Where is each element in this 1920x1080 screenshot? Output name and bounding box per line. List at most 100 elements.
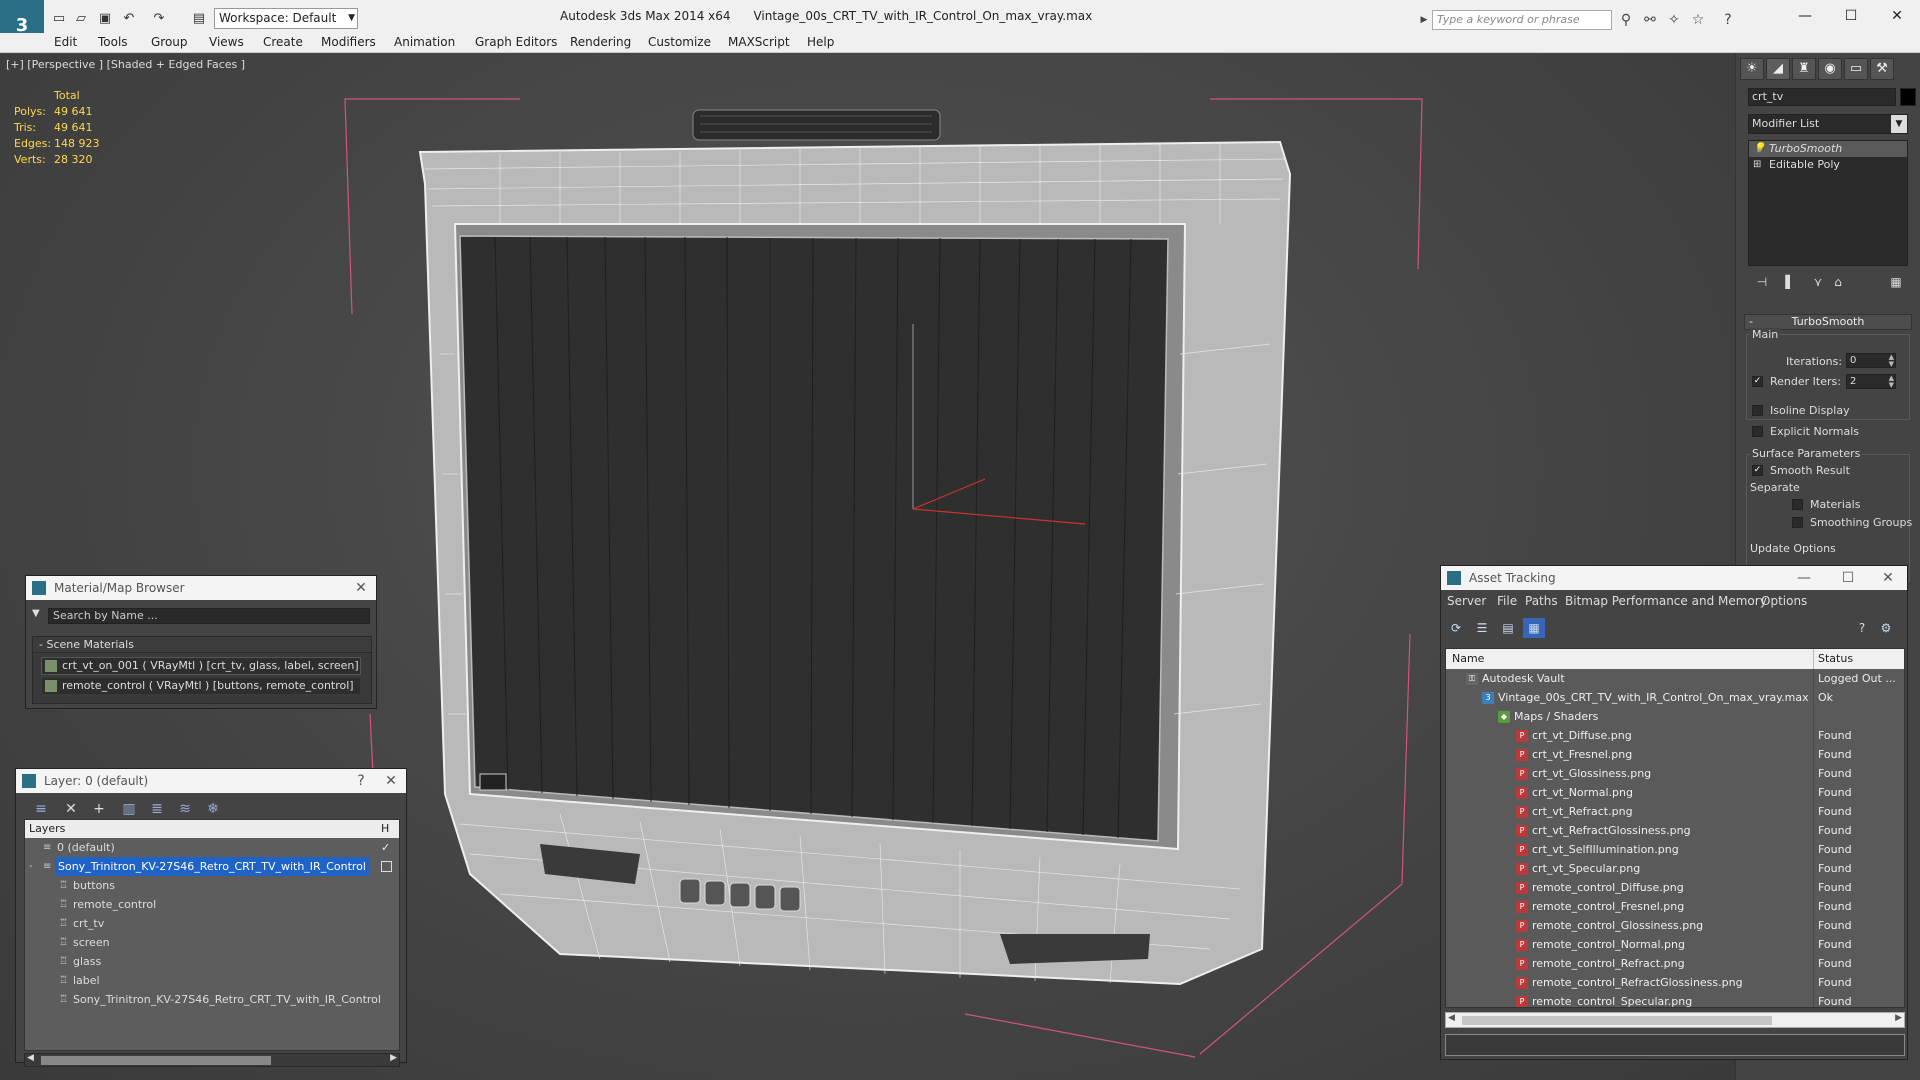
- asset-row[interactable]: Pcrt_vt_Normal.png Found: [1446, 783, 1904, 802]
- stack-item-turbosmooth[interactable]: 💡 TurboSmooth: [1749, 141, 1907, 157]
- help-icon[interactable]: ?: [1718, 10, 1738, 30]
- favorites-star-icon[interactable]: ☆: [1688, 10, 1708, 30]
- highlight-layer-icon[interactable]: ≣: [146, 799, 168, 819]
- layer-horizontal-scrollbar[interactable]: ◀ ▶: [24, 1053, 400, 1067]
- expand-plus-icon[interactable]: ⊞: [1753, 157, 1761, 173]
- grid-view-icon[interactable]: ▦: [1523, 618, 1545, 638]
- object-color-swatch[interactable]: [1900, 88, 1916, 106]
- menu-views[interactable]: Views: [209, 35, 244, 49]
- scroll-left-icon[interactable]: ◀: [27, 1053, 34, 1063]
- asset-row[interactable]: Premote_control_RefractGlossiness.png Fou…: [1446, 973, 1904, 992]
- hide-toggle-box[interactable]: [381, 861, 392, 872]
- hierarchy-tab-icon[interactable]: ♜: [1792, 58, 1816, 80]
- communication-center-icon[interactable]: ⚯: [1640, 10, 1660, 30]
- object-name-input[interactable]: crt_tv: [1748, 88, 1896, 106]
- layer-row[interactable]: ≡ 0 (default) ✓: [25, 838, 390, 857]
- asset-row[interactable]: Pcrt_vt_RefractGlossiness.png Found: [1446, 821, 1904, 840]
- save-file-icon[interactable]: ▣: [96, 10, 114, 28]
- layer-child-row[interactable]: ♖ remote_control: [25, 895, 375, 914]
- create-tab-sun-icon[interactable]: ☀: [1740, 58, 1764, 80]
- remove-modifier-icon[interactable]: ⌂: [1828, 272, 1848, 292]
- menu-customize[interactable]: Customize: [648, 35, 711, 49]
- refresh-icon[interactable]: ⟳: [1445, 618, 1467, 638]
- layer-child-row[interactable]: ♖ crt_tv: [25, 914, 375, 933]
- scroll-right-icon[interactable]: ▶: [390, 1053, 397, 1063]
- at-menu-options[interactable]: Options: [1761, 594, 1807, 608]
- viewport-label[interactable]: [+] [Perspective ] [Shaded + Edged Faces…: [6, 58, 245, 71]
- material-item[interactable]: crt_vt_on_001 ( VRayMtl ) [crt_tv, glass…: [41, 657, 361, 675]
- show-end-result-icon[interactable]: ▌: [1780, 272, 1800, 292]
- utilities-tab-wrench-icon[interactable]: ⚒: [1870, 58, 1894, 80]
- asset-row[interactable]: Premote_control_Fresnel.png Found: [1446, 897, 1904, 916]
- menu-animation[interactable]: Animation: [394, 35, 455, 49]
- scene-materials-group[interactable]: - Scene Materials: [33, 637, 371, 653]
- select-objects-icon[interactable]: ▥: [118, 799, 140, 819]
- menu-modifiers[interactable]: Modifiers: [321, 35, 376, 49]
- layer-window-titlebar[interactable]: Layer: 0 (default)? ✕: [16, 769, 406, 793]
- asset-row[interactable]: Pcrt_vt_Fresnel.png Found: [1446, 745, 1904, 764]
- scroll-thumb[interactable]: [41, 1056, 271, 1065]
- menu-graph-editors[interactable]: Graph Editors: [475, 35, 557, 49]
- at-menu-file[interactable]: File: [1497, 594, 1517, 608]
- close-icon[interactable]: ✕: [346, 576, 376, 600]
- open-file-icon[interactable]: ▱: [72, 10, 90, 28]
- layer-child-row[interactable]: ♖ screen: [25, 933, 375, 952]
- expand-arrow-icon[interactable]: ▶: [1414, 10, 1434, 30]
- asset-row[interactable]: ⚿ Autodesk Vault Logged Out ...: [1446, 669, 1904, 688]
- separate-materials-checkbox[interactable]: [1792, 499, 1803, 510]
- asset-row[interactable]: 3 Vintage_00s_CRT_TV_with_IR_Control_On_m…: [1446, 688, 1904, 707]
- at-menu-paths[interactable]: Paths: [1525, 594, 1558, 608]
- spinner-arrows-icon[interactable]: ▲ ▼: [1889, 375, 1894, 389]
- freeze-all-icon[interactable]: ❄: [202, 799, 224, 819]
- asset-row[interactable]: Premote_control_Diffuse.png Found: [1446, 878, 1904, 897]
- scroll-right-icon[interactable]: ▶: [1895, 1013, 1902, 1023]
- bulb-icon[interactable]: 💡: [1753, 141, 1765, 157]
- close-icon[interactable]: ✕: [376, 769, 406, 793]
- menu-edit[interactable]: Edit: [54, 35, 77, 49]
- iterations-spinner[interactable]: 0 ▲ ▼: [1846, 353, 1896, 368]
- menu-rendering[interactable]: Rendering: [570, 35, 631, 49]
- material-search-input[interactable]: Search by Name ...: [48, 608, 370, 624]
- table-view-icon[interactable]: ▤: [1497, 618, 1519, 638]
- asset-row[interactable]: Pcrt_vt_SelfIllumination.png Found: [1446, 840, 1904, 859]
- render-iters-checkbox[interactable]: ✓: [1752, 376, 1763, 387]
- project-folder-icon[interactable]: ▤: [190, 10, 208, 28]
- configure-modifier-sets-icon[interactable]: ▦: [1886, 272, 1906, 292]
- binoculars-icon[interactable]: ⚲: [1616, 10, 1636, 30]
- maximize-button[interactable]: ☐: [1833, 566, 1863, 590]
- hide-column-header[interactable]: H: [381, 820, 389, 838]
- new-file-icon[interactable]: ▭: [50, 10, 68, 28]
- smoothing-groups-checkbox[interactable]: [1792, 517, 1803, 528]
- material-item[interactable]: remote_control ( VRayMtl ) [buttons, rem…: [41, 677, 361, 695]
- asset-path-status-field[interactable]: [1445, 1034, 1905, 1056]
- close-button[interactable]: ✕: [1874, 0, 1920, 32]
- maximize-button[interactable]: ☐: [1828, 0, 1874, 32]
- workspace-dropdown[interactable]: Workspace: Default ▼: [214, 8, 358, 29]
- layer-child-row[interactable]: ♖ buttons: [25, 876, 375, 895]
- create-layer-icon[interactable]: ≡: [30, 799, 52, 819]
- status-column-header[interactable]: Status: [1818, 652, 1853, 665]
- help-icon[interactable]: ?: [1851, 618, 1873, 638]
- explicit-normals-checkbox[interactable]: [1752, 426, 1763, 437]
- modifier-list-dropdown[interactable]: Modifier List ▼: [1748, 114, 1908, 134]
- display-tab-icon[interactable]: ▭: [1844, 58, 1868, 80]
- asset-tracking-titlebar[interactable]: Asset Tracking — ☐ ✕: [1441, 566, 1907, 590]
- asset-row[interactable]: Pcrt_vt_Refract.png Found: [1446, 802, 1904, 821]
- asset-row[interactable]: Premote_control_Normal.png Found: [1446, 935, 1904, 954]
- collapse-minus-icon[interactable]: -: [29, 857, 33, 876]
- asset-row[interactable]: Pcrt_vt_Diffuse.png Found: [1446, 726, 1904, 745]
- stack-item-editable-poly[interactable]: ⊞ Editable Poly: [1749, 157, 1907, 173]
- add-to-layer-icon[interactable]: +: [88, 799, 110, 819]
- minimize-button[interactable]: —: [1782, 0, 1828, 32]
- scroll-left-icon[interactable]: ◀: [1448, 1013, 1455, 1023]
- isoline-display-checkbox[interactable]: [1752, 405, 1763, 416]
- menu-create[interactable]: Create: [263, 35, 303, 49]
- asset-row[interactable]: ◆ Maps / Shaders: [1446, 707, 1904, 726]
- column-separator[interactable]: [1813, 649, 1814, 669]
- asset-horizontal-scrollbar[interactable]: ◀ ▶: [1445, 1012, 1905, 1028]
- list-view-icon[interactable]: ☰: [1471, 618, 1493, 638]
- scroll-thumb[interactable]: [1462, 1016, 1772, 1025]
- layers-column-header[interactable]: Layers H: [25, 820, 399, 838]
- hide-all-icon[interactable]: ≋: [174, 799, 196, 819]
- settings-icon[interactable]: ⚙: [1875, 618, 1897, 638]
